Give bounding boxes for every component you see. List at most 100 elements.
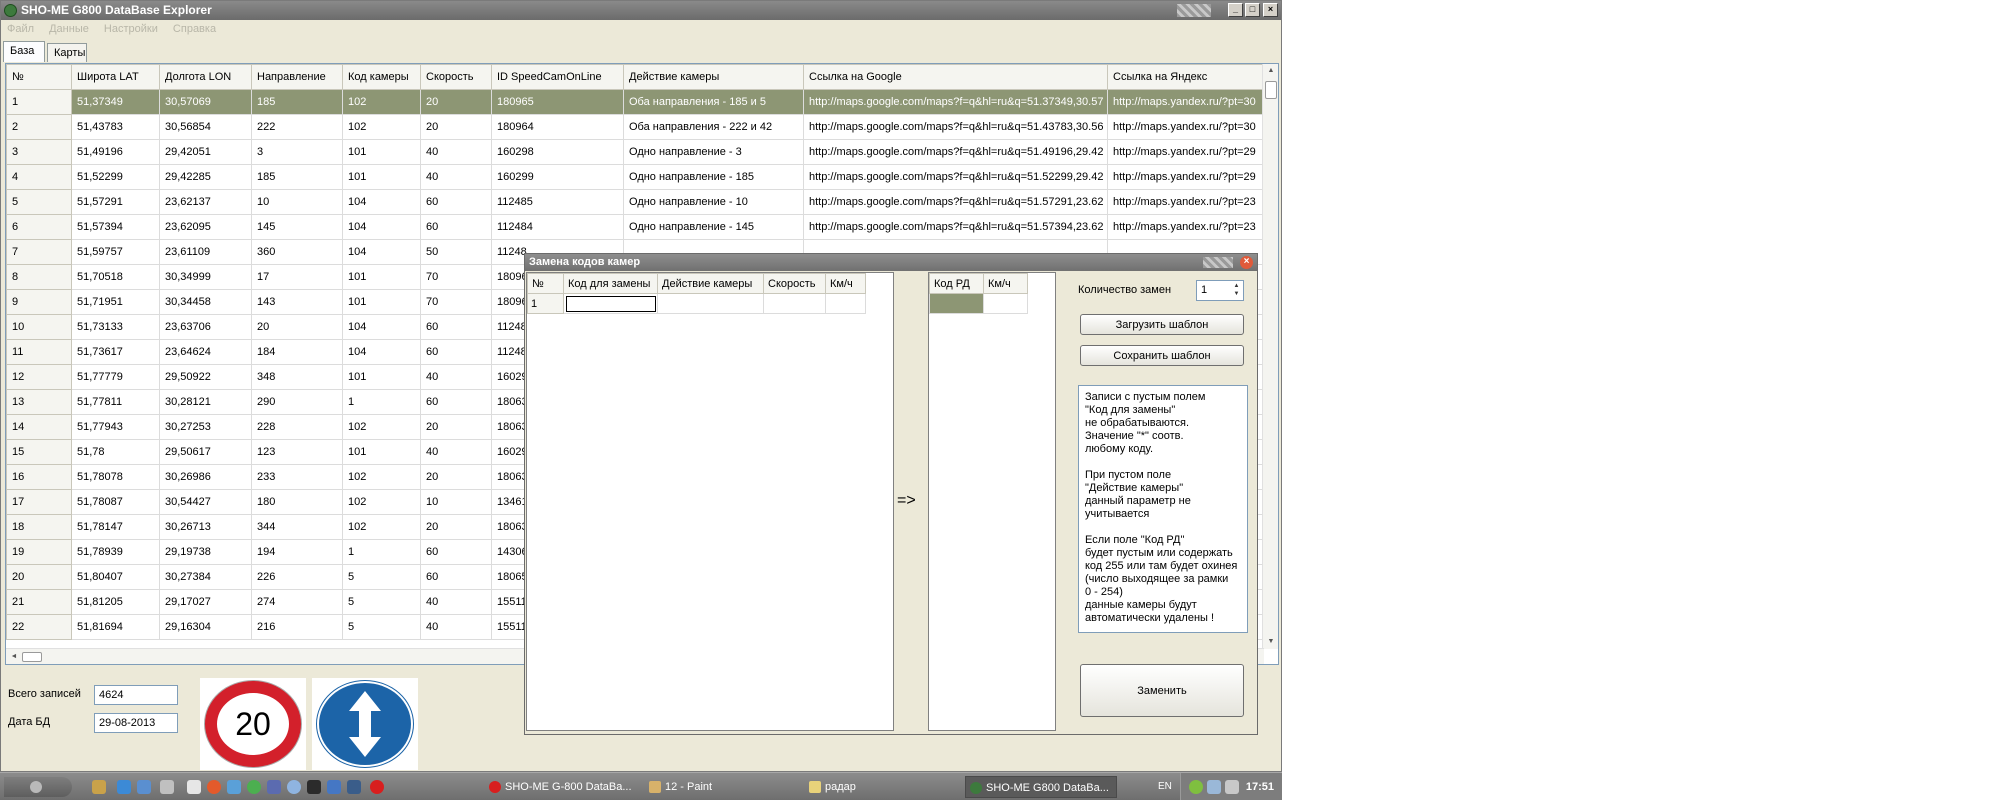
- window-titlebar[interactable]: SHO-ME G800 DataBase Explorer _ □ ×: [1, 1, 1281, 20]
- google-link-cell[interactable]: http://maps.google.com/maps?f=q&hl=ru&q=…: [803, 214, 1108, 240]
- table-row[interactable]: 1: [527, 293, 866, 314]
- speed-cell[interactable]: 60: [420, 564, 492, 590]
- clock[interactable]: 17:51: [1246, 781, 1274, 793]
- replace-source-grid[interactable]: № Код для замены Действие камеры Скорост…: [526, 272, 894, 731]
- menu-file[interactable]: Файл: [1, 20, 40, 38]
- replace-count-spinner[interactable]: 1 ▲ ▼: [1196, 280, 1244, 301]
- task-folder[interactable]: радар: [805, 776, 957, 798]
- speed-cell[interactable]: 70: [420, 264, 492, 290]
- vertical-scroll-thumb[interactable]: [1265, 81, 1277, 99]
- direction-cell[interactable]: 216: [251, 614, 343, 640]
- save-template-button[interactable]: Сохранить шаблон: [1080, 345, 1244, 366]
- lon-cell[interactable]: 29,17027: [159, 589, 252, 615]
- opera-quicklaunch-icon[interactable]: [370, 780, 384, 794]
- direction-cell[interactable]: 228: [251, 414, 343, 440]
- col-header-yandex[interactable]: Ссылка на Яндекс: [1107, 64, 1266, 90]
- lat-cell[interactable]: 51,81205: [71, 589, 160, 615]
- google-link-cell[interactable]: http://maps.google.com/maps?f=q&hl=ru&q=…: [803, 139, 1108, 165]
- camera-code-cell[interactable]: 102: [342, 89, 421, 115]
- col-header-direction[interactable]: Направление: [251, 64, 343, 90]
- table-row[interactable]: 5 51,57291 23,62137 10 104 60 112485 Одно напра…: [6, 189, 1266, 215]
- direction-cell[interactable]: 143: [251, 289, 343, 315]
- speed-cell[interactable]: 60: [420, 314, 492, 340]
- lon-cell[interactable]: 23,62095: [159, 214, 252, 240]
- quicklaunch-pencil-icon[interactable]: [92, 780, 106, 794]
- start-button[interactable]: [4, 777, 72, 797]
- direction-cell[interactable]: 233: [251, 464, 343, 490]
- action-cell[interactable]: Оба направления - 222 и 42: [623, 114, 804, 140]
- lon-cell[interactable]: 29,16304: [159, 614, 252, 640]
- lat-cell[interactable]: 51,77811: [71, 389, 160, 415]
- close-button[interactable]: ×: [1263, 3, 1278, 17]
- speed-cell[interactable]: 70: [420, 289, 492, 315]
- camera-code-cell[interactable]: 101: [342, 364, 421, 390]
- direction-cell[interactable]: 194: [251, 539, 343, 565]
- kmh-cell[interactable]: [983, 293, 1028, 314]
- google-link-cell[interactable]: http://maps.google.com/maps?f=q&hl=ru&q=…: [803, 164, 1108, 190]
- lat-cell[interactable]: 51,78: [71, 439, 160, 465]
- camera-code-cell[interactable]: 5: [342, 589, 421, 615]
- direction-cell[interactable]: 185: [251, 164, 343, 190]
- lon-cell[interactable]: 30,57069: [159, 89, 252, 115]
- direction-cell[interactable]: 10: [251, 189, 343, 215]
- quicklaunch-globe-icon[interactable]: [287, 780, 301, 794]
- lat-cell[interactable]: 51,57394: [71, 214, 160, 240]
- menu-data[interactable]: Данные: [43, 20, 95, 38]
- speed-cell[interactable]: 40: [420, 364, 492, 390]
- col-header-action[interactable]: Действие камеры: [623, 64, 804, 90]
- lon-cell[interactable]: 30,34999: [159, 264, 252, 290]
- col-header-num[interactable]: №: [6, 64, 72, 90]
- ie-icon[interactable]: [117, 780, 131, 794]
- yandex-link-cell[interactable]: http://maps.yandex.ru/?pt=29: [1107, 139, 1266, 165]
- speed-cell[interactable]: 60: [420, 539, 492, 565]
- speed-cell[interactable]: 40: [420, 139, 492, 165]
- lat-cell[interactable]: 51,70518: [71, 264, 160, 290]
- col-header-lat[interactable]: Широта LAT: [71, 64, 160, 90]
- camera-code-cell[interactable]: 101: [342, 164, 421, 190]
- language-indicator[interactable]: EN: [1158, 781, 1172, 792]
- camera-code-cell[interactable]: 102: [342, 114, 421, 140]
- direction-cell[interactable]: 222: [251, 114, 343, 140]
- camera-code-cell[interactable]: 5: [342, 564, 421, 590]
- google-link-cell[interactable]: http://maps.google.com/maps?f=q&hl=ru&q=…: [803, 89, 1108, 115]
- col-header-google[interactable]: Ссылка на Google: [803, 64, 1108, 90]
- camera-code-cell[interactable]: 104: [342, 314, 421, 340]
- speed-cell[interactable]: 50: [420, 239, 492, 265]
- menu-help[interactable]: Справка: [167, 20, 222, 38]
- table-row[interactable]: 4 51,52299 29,42285 185 101 40 160299 Одно напр…: [6, 164, 1266, 190]
- col-header-kmh[interactable]: Км/ч: [983, 273, 1028, 294]
- direction-cell[interactable]: 348: [251, 364, 343, 390]
- task-opera[interactable]: SHO-ME G-800 DataBa...: [485, 776, 637, 798]
- yandex-link-cell[interactable]: http://maps.yandex.ru/?pt=23: [1107, 214, 1266, 240]
- camera-code-cell[interactable]: 104: [342, 214, 421, 240]
- speed-cell[interactable]: 40: [420, 164, 492, 190]
- speed-cell[interactable]: 40: [420, 614, 492, 640]
- camera-code-cell[interactable]: 5: [342, 614, 421, 640]
- camera-code-cell[interactable]: 104: [342, 339, 421, 365]
- replace-target-grid[interactable]: Код РД Км/ч: [928, 272, 1056, 731]
- id-cell[interactable]: 160298: [491, 139, 624, 165]
- lat-cell[interactable]: 51,78147: [71, 514, 160, 540]
- replace-button[interactable]: Заменить: [1080, 664, 1244, 717]
- maximize-button[interactable]: □: [1245, 3, 1260, 17]
- camera-action-cell[interactable]: [657, 293, 764, 314]
- lat-cell[interactable]: 51,78939: [71, 539, 160, 565]
- speed-cell[interactable]: 10: [420, 489, 492, 515]
- vertical-scrollbar[interactable]: ▲ ▼: [1262, 64, 1278, 649]
- lat-cell[interactable]: 51,49196: [71, 139, 160, 165]
- col-header-kmh[interactable]: Км/ч: [825, 273, 866, 294]
- camera-code-cell[interactable]: 101: [342, 289, 421, 315]
- minimize-button[interactable]: _: [1228, 3, 1243, 17]
- camera-code-cell[interactable]: 102: [342, 464, 421, 490]
- col-header-camera-action[interactable]: Действие камеры: [657, 273, 764, 294]
- lon-cell[interactable]: 29,50617: [159, 439, 252, 465]
- camera-code-cell[interactable]: 102: [342, 489, 421, 515]
- lon-cell[interactable]: 30,27384: [159, 564, 252, 590]
- lat-cell[interactable]: 51,73133: [71, 314, 160, 340]
- speed-cell[interactable]: 60: [420, 339, 492, 365]
- direction-cell[interactable]: 20: [251, 314, 343, 340]
- volume-icon[interactable]: [1225, 780, 1239, 794]
- camera-code-cell[interactable]: 104: [342, 239, 421, 265]
- quicklaunch-browser-icon[interactable]: [137, 780, 151, 794]
- lat-cell[interactable]: 51,77779: [71, 364, 160, 390]
